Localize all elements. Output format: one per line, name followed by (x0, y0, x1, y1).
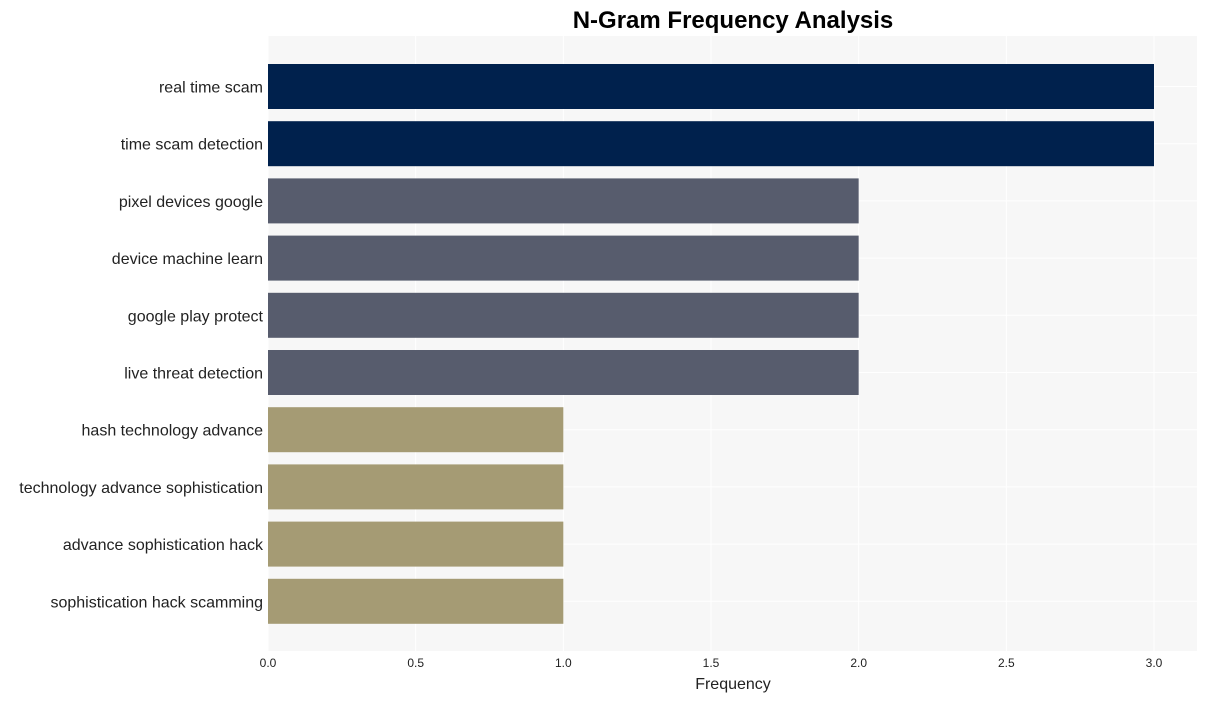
chart-title: N-Gram Frequency Analysis (573, 7, 894, 34)
y-tick-label: sophistication hack scamming (50, 594, 263, 611)
bar-real-time-scam (268, 64, 1154, 109)
y-tick-label: real time scam (159, 80, 263, 97)
x-axis-ticks: 0.0 0.5 1.0 1.5 2.0 2.5 3.0 (260, 656, 1163, 670)
x-tick-label: 0.5 (407, 656, 424, 670)
y-tick-label: live threat detection (124, 366, 263, 383)
y-tick-label: hash technology advance (82, 423, 264, 440)
y-tick-label: pixel devices google (119, 194, 263, 211)
y-tick-label: technology advance sophistication (19, 480, 263, 497)
bar-sophistication-hack-scamming (268, 578, 564, 624)
y-axis-labels: real time scam time scam detection pixel d… (19, 80, 264, 612)
ngram-bar-chart: N-Gram Frequency Analysis real time scam… (19, 7, 1197, 693)
bar-live-threat-detection (268, 350, 859, 395)
bar-technology-advance-sophistication (268, 464, 564, 510)
bar-hash-technology-advance (268, 407, 564, 453)
x-tick-label: 3.0 (1146, 656, 1163, 670)
x-tick-label: 0.0 (260, 656, 277, 670)
bar-time-scam-detection (268, 121, 1154, 167)
bar-pixel-devices-google (268, 178, 859, 224)
y-tick-label: advance sophistication hack (63, 537, 264, 554)
x-tick-label: 2.0 (850, 656, 867, 670)
x-axis-label: Frequency (695, 676, 771, 693)
x-tick-label: 1.5 (703, 656, 720, 670)
y-tick-label: time scam detection (121, 137, 263, 154)
bar-google-play-protect (268, 292, 859, 338)
bar-advance-sophistication-hack (268, 521, 564, 567)
bar-device-machine-learn (268, 235, 859, 281)
x-tick-label: 1.0 (555, 656, 572, 670)
x-tick-label: 2.5 (998, 656, 1015, 670)
y-tick-label: google play protect (128, 308, 264, 325)
y-tick-label: device machine learn (112, 251, 263, 268)
